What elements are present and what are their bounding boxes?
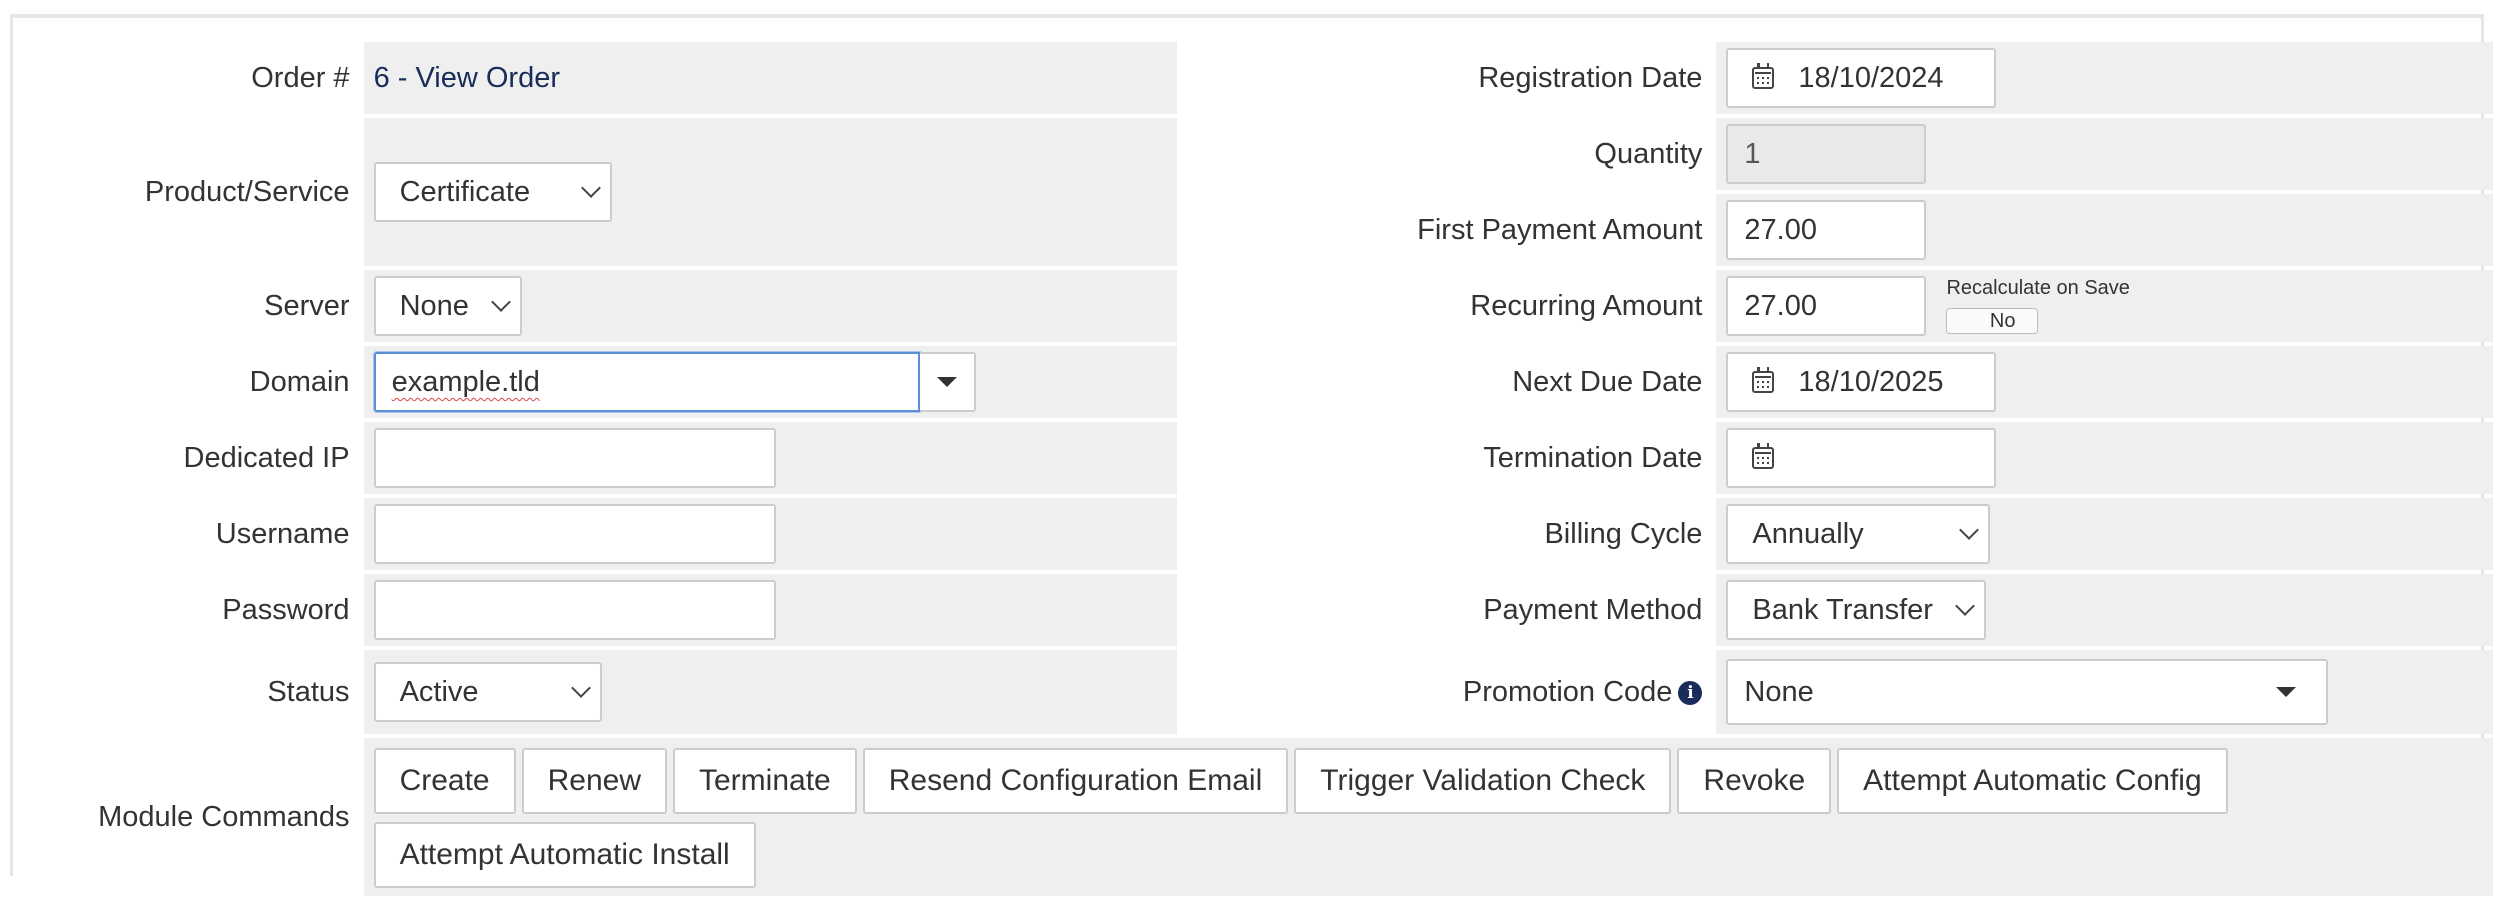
dedicated-ip-label: Dedicated IP	[183, 441, 350, 474]
attempt-automatic-install-button[interactable]: Attempt Automatic Install	[373, 822, 756, 888]
domain-dropdown-button[interactable]	[919, 352, 976, 412]
recalculate-toggle[interactable]: No	[1946, 308, 2039, 334]
product-service-label: Product/Service	[144, 175, 350, 208]
payment-method-label: Payment Method	[1483, 593, 1703, 626]
caret-down-icon	[936, 377, 957, 387]
order-number-value: 6 - View Order	[373, 61, 560, 94]
domain-label: Domain	[249, 365, 350, 398]
recalculate-toggle-value: No	[1989, 310, 2016, 332]
calendar-icon	[1752, 443, 1775, 469]
recurring-amount-label: Recurring Amount	[1470, 289, 1703, 322]
promotion-code-label-cell: Promotion Code i	[1182, 650, 1717, 734]
product-service-value: Certificate	[399, 175, 531, 208]
renew-button[interactable]: Renew	[521, 748, 667, 814]
username-input[interactable]	[373, 504, 776, 564]
promotion-code-value: None	[1744, 675, 1814, 708]
create-button[interactable]: Create	[373, 748, 516, 814]
module-commands-group: Create Renew Terminate Resend Configuration…	[363, 738, 2493, 896]
promotion-code-select[interactable]: None	[1726, 659, 2329, 725]
product-service-select[interactable]: Certificate	[373, 162, 612, 222]
chevron-down-icon	[580, 178, 601, 198]
calendar-icon	[1752, 367, 1775, 393]
trigger-validation-check-button[interactable]: Trigger Validation Check	[1294, 748, 1672, 814]
payment-method-select[interactable]: Bank Transfer	[1726, 580, 1987, 640]
promotion-code-label: Promotion Code	[1462, 675, 1673, 708]
caret-down-icon	[2276, 687, 2297, 697]
chevron-down-icon	[1955, 596, 1976, 616]
status-select[interactable]: Active	[373, 662, 602, 722]
registration-date-input[interactable]: 18/10/2024	[1726, 48, 1997, 108]
status-value: Active	[399, 675, 479, 708]
next-due-date-label: Next Due Date	[1512, 365, 1703, 398]
recalculate-label: Recalculate on Save	[1946, 277, 2130, 299]
quantity-label: Quantity	[1594, 137, 1703, 170]
billing-cycle-select[interactable]: Annually	[1726, 504, 1991, 564]
password-label: Password	[222, 593, 350, 626]
module-commands-label: Module Commands	[98, 800, 350, 833]
status-label: Status	[267, 675, 350, 708]
recurring-amount-input[interactable]: 27.00	[1726, 276, 1927, 336]
next-due-date-value: 18/10/2025	[1798, 365, 1944, 398]
registration-date-value: 18/10/2024	[1798, 61, 1944, 94]
terminate-button[interactable]: Terminate	[673, 748, 857, 814]
dedicated-ip-input[interactable]	[373, 428, 776, 488]
first-payment-label: First Payment Amount	[1417, 213, 1703, 246]
order-form: Order # 6 - View Order Registration Date…	[27, 38, 2493, 900]
order-number-label: Order #	[251, 61, 350, 94]
resend-configuration-email-button[interactable]: Resend Configuration Email	[862, 748, 1289, 814]
server-value: None	[399, 289, 469, 322]
calendar-icon	[1752, 63, 1775, 89]
payment-method-value: Bank Transfer	[1752, 593, 1933, 626]
domain-input[interactable]: example.tld	[373, 352, 920, 412]
termination-date-label: Termination Date	[1483, 441, 1703, 474]
server-label: Server	[264, 289, 350, 322]
attempt-automatic-config-button[interactable]: Attempt Automatic Config	[1837, 748, 2228, 814]
server-select[interactable]: None	[373, 276, 522, 336]
info-icon[interactable]: i	[1678, 680, 1703, 705]
chevron-down-icon	[570, 678, 591, 698]
username-label: Username	[215, 517, 350, 550]
order-details-panel: Order # 6 - View Order Registration Date…	[10, 14, 2493, 896]
next-due-date-input[interactable]: 18/10/2025	[1726, 352, 1997, 412]
chevron-down-icon	[490, 292, 511, 312]
billing-cycle-value: Annually	[1752, 517, 1864, 550]
recalculate-toggle-group: Recalculate on Save No	[1946, 277, 2130, 334]
registration-date-label: Registration Date	[1478, 61, 1703, 94]
revoke-button[interactable]: Revoke	[1677, 748, 1832, 814]
quantity-input[interactable]: 1	[1726, 124, 1927, 184]
domain-value: example.tld	[391, 366, 540, 398]
first-payment-input[interactable]: 27.00	[1726, 200, 1927, 260]
chevron-down-icon	[1959, 520, 1980, 540]
billing-cycle-label: Billing Cycle	[1544, 517, 1703, 550]
termination-date-input[interactable]	[1726, 428, 1997, 488]
password-input[interactable]	[373, 580, 776, 640]
domain-combobox: example.tld	[373, 352, 976, 412]
